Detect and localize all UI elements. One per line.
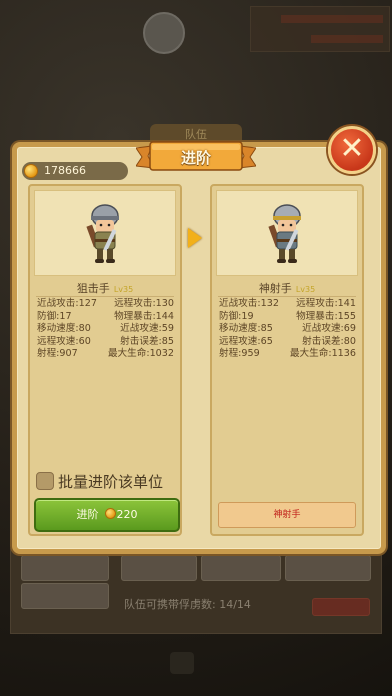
- batch-advance-checkbox[interactable]: [36, 472, 54, 490]
- upgrade-arrow-icon: [188, 228, 202, 248]
- target-unit-stats: 近战攻击:132 远程攻击:141 防御:19 物理暴击:155 移动速度:85 近战…: [219, 298, 356, 361]
- stat-right: 物理暴击:144: [114, 310, 174, 322]
- stat-row: 移动速度:85 近战攻速:69: [219, 323, 356, 336]
- close-button[interactable]: ✕: [328, 126, 376, 174]
- card-divider: [218, 296, 356, 297]
- stat-left: 射程:959: [219, 348, 260, 359]
- stat-left: 移动速度:85: [219, 323, 273, 334]
- target-unit-portrait: [216, 190, 358, 276]
- stat-right: 射击误差:80: [302, 335, 356, 347]
- target-unit-card: 神射手 Lv35 近战攻击:132 远程攻击:141 防御:19 物理暴击:155 移…: [210, 184, 364, 536]
- stat-row: 远程攻速:65 射击误差:80: [219, 336, 356, 349]
- stat-row: 近战攻击:132 远程攻击:141: [219, 298, 356, 311]
- close-icon: ✕: [339, 131, 365, 166]
- batch-advance-row: 批量进阶该单位: [36, 470, 163, 492]
- stat-right: 最大生命:1136: [289, 348, 356, 359]
- stat-left: 防御:17: [37, 310, 72, 322]
- background-red-button: [312, 598, 370, 616]
- current-unit-portrait: [34, 190, 176, 276]
- stat-right: 近战攻速:59: [120, 323, 174, 334]
- sniper-soldier-icon: [86, 204, 119, 263]
- dialog-title: 进阶: [180, 149, 211, 167]
- stat-row: 移动速度:80 近战攻速:59: [37, 323, 174, 336]
- stat-left: 近战攻击:132: [219, 298, 279, 309]
- stat-right: 近战攻速:69: [302, 323, 356, 334]
- stat-row: 近战攻击:127 远程攻击:130: [37, 298, 174, 311]
- stat-right: 远程攻击:130: [114, 298, 174, 309]
- stat-row: 射程:959 最大生命:1136: [219, 348, 356, 361]
- gold-coin-icon: [24, 164, 38, 178]
- stat-right: 射击误差:85: [120, 335, 174, 347]
- advance-cost: 220: [116, 508, 138, 521]
- troop-capacity-text: 队伍可携带俘虏数: 14/14: [124, 598, 251, 611]
- current-unit-stats: 近战攻击:127 远程攻击:130 防御:17 物理暴击:144 移动速度:80 近战…: [37, 298, 174, 361]
- menu-circle-button: [143, 12, 185, 54]
- card-divider: [36, 296, 174, 297]
- gold-value: 178666: [44, 164, 86, 177]
- gold-coin-icon: [104, 508, 116, 519]
- target-unit-level: Lv35: [295, 285, 316, 294]
- target-unit-button[interactable]: 神射手: [218, 502, 356, 528]
- batch-advance-label: 批量进阶该单位: [58, 472, 164, 491]
- current-unit-name-row: 狙击手 Lv35: [30, 280, 180, 296]
- bottom-icon: [170, 652, 194, 674]
- advance-button-label: 进阶: [76, 508, 99, 521]
- current-unit-name: 狙击手: [76, 282, 110, 295]
- stat-right: 远程攻击:141: [296, 298, 356, 309]
- advance-button[interactable]: 进阶 220: [34, 498, 180, 532]
- stat-left: 移动速度:80: [37, 323, 91, 334]
- target-unit-name-row: 神射手 Lv35: [212, 280, 362, 296]
- stat-right: 最大生命:1032: [107, 348, 174, 359]
- gold-counter: 178666: [22, 162, 128, 180]
- stat-left: 防御:19: [219, 310, 254, 322]
- stat-left: 远程攻速:60: [37, 335, 91, 347]
- stat-row: 远程攻速:60 射击误差:85: [37, 336, 174, 349]
- stat-row: 防御:17 物理暴击:144: [37, 311, 174, 324]
- stat-row: 射程:907 最大生命:1032: [37, 348, 174, 361]
- dialog-title-banner: 进阶: [136, 140, 256, 174]
- marksman-soldier-icon: [268, 204, 301, 263]
- stat-left: 近战攻击:127: [37, 298, 97, 309]
- top-right-panel: [250, 6, 390, 52]
- current-unit-level: Lv35: [113, 285, 134, 294]
- background-troop-panel: [10, 548, 382, 634]
- stat-row: 防御:19 物理暴击:155: [219, 311, 356, 324]
- stat-left: 远程攻速:65: [219, 335, 273, 347]
- target-unit-name: 神射手: [258, 282, 292, 295]
- stat-right: 物理暴击:155: [296, 310, 356, 322]
- stat-left: 射程:907: [37, 348, 78, 359]
